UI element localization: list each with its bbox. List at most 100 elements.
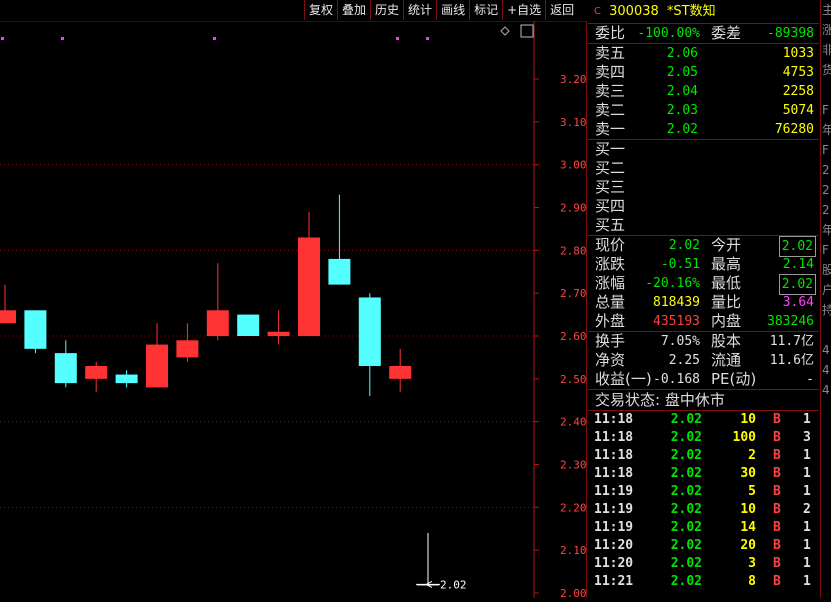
right-edge-char: 4 bbox=[822, 383, 830, 397]
candle-body[interactable] bbox=[115, 374, 138, 384]
tick-t: 11:21 bbox=[594, 574, 634, 589]
ask-label: 卖四 bbox=[595, 63, 626, 81]
stat-value-2: 2.14 bbox=[782, 257, 814, 272]
ask-label: 卖二 bbox=[595, 101, 626, 119]
price-tick-label: 3.10 bbox=[560, 116, 587, 129]
right-edge-char: F bbox=[822, 143, 829, 157]
bid-label: 买五 bbox=[595, 216, 626, 234]
candle-body[interactable] bbox=[267, 331, 290, 336]
tick-p: 2.02 bbox=[670, 484, 702, 499]
tick-p: 2.02 bbox=[670, 448, 702, 463]
tick-t: 11:18 bbox=[594, 466, 634, 481]
toolbar-button-0[interactable]: 复权 bbox=[304, 0, 337, 20]
stat-row: 现价 2.02 今开 2.02 bbox=[588, 236, 819, 257]
tick-t: 11:19 bbox=[594, 502, 634, 517]
candle-body[interactable] bbox=[85, 365, 108, 379]
ask-row: 卖四 2.05 4753 bbox=[588, 63, 819, 82]
stock-title: C 300038 *ST数知 bbox=[588, 0, 819, 23]
tick-n: 1 bbox=[803, 412, 811, 427]
fin-label-2: 流通 bbox=[711, 351, 742, 369]
stat-value-2: 2.02 bbox=[778, 236, 816, 257]
tick-v: 2 bbox=[748, 448, 756, 463]
toolbar-button-1[interactable]: 叠加 bbox=[337, 0, 370, 20]
tick-v: 8 bbox=[748, 574, 756, 589]
bid-row: 买三 bbox=[588, 178, 819, 197]
tick-t: 11:19 bbox=[594, 520, 634, 535]
right-edge-char bbox=[821, 320, 831, 340]
tick-row[interactable]: 11:20 2.02 20 B 1 bbox=[588, 537, 819, 555]
stat-label: 总量 bbox=[595, 293, 626, 311]
price-tick-label: 2.10 bbox=[560, 544, 587, 557]
fin-label: 净资 bbox=[595, 351, 626, 369]
tick-n: 1 bbox=[803, 556, 811, 571]
tick-row[interactable]: 11:18 2.02 30 B 1 bbox=[588, 465, 819, 483]
toolbar-button-5[interactable]: 标记 bbox=[469, 0, 502, 20]
candle-body[interactable] bbox=[237, 314, 260, 336]
fin-value: -0.168 bbox=[653, 372, 700, 387]
fin-label-2: 股本 bbox=[711, 332, 742, 350]
tick-t: 11:20 bbox=[594, 538, 634, 553]
tick-row[interactable]: 11:20 2.02 3 B 1 bbox=[588, 555, 819, 573]
right-edge-char: 年 bbox=[821, 220, 831, 240]
candle-body[interactable] bbox=[176, 340, 199, 358]
tick-row[interactable]: 11:18 2.02 10 B 1 bbox=[588, 411, 819, 429]
stat-value: 818439 bbox=[653, 295, 700, 310]
tick-row[interactable]: 11:18 2.02 100 B 3 bbox=[588, 429, 819, 447]
candle-body[interactable] bbox=[146, 344, 168, 388]
right-edge-char: 2 bbox=[822, 163, 830, 177]
tick-row[interactable]: 11:19 2.02 14 B 1 bbox=[588, 519, 819, 537]
tick-p: 2.02 bbox=[670, 502, 702, 517]
candle-body[interactable] bbox=[328, 258, 351, 285]
event-marker bbox=[396, 37, 399, 40]
candle-body[interactable] bbox=[206, 310, 229, 336]
toolbar-button-7[interactable]: 返回 bbox=[545, 0, 578, 20]
tick-p: 2.02 bbox=[670, 556, 702, 571]
candle-body[interactable] bbox=[298, 237, 320, 336]
right-edge-char: 股 bbox=[821, 260, 831, 280]
toolbar-button-4[interactable]: 画线 bbox=[436, 0, 469, 20]
price-tick-label: 2.70 bbox=[560, 287, 587, 300]
right-edge-char: 非 bbox=[821, 40, 831, 60]
price-tick-label: 2.90 bbox=[560, 202, 587, 215]
tick-row[interactable]: 11:19 2.02 5 B 1 bbox=[588, 483, 819, 501]
toolbar-button-2[interactable]: 历史 bbox=[370, 0, 403, 20]
diamond-icon[interactable] bbox=[500, 26, 510, 36]
right-edge-char bbox=[821, 80, 831, 100]
right-edge-char: 货 bbox=[821, 60, 831, 80]
candle-body[interactable] bbox=[0, 310, 16, 324]
candle-body[interactable] bbox=[24, 310, 47, 349]
ask-row: 卖五 2.06 1033 bbox=[588, 44, 819, 63]
ask-row: 卖三 2.04 2258 bbox=[588, 82, 819, 101]
bid-label: 买四 bbox=[595, 197, 626, 215]
price-tick-label: 3.20 bbox=[560, 73, 587, 86]
kline-chart[interactable]: 3.20 3.10 3.00 2.90 2.80 2.70 2.60 2.50 2.40 2.30… bbox=[0, 20, 587, 600]
stat-label-2: 今开 bbox=[711, 236, 742, 254]
candle-body[interactable] bbox=[358, 297, 381, 366]
fin-value: 2.25 bbox=[668, 353, 700, 368]
tick-n: 1 bbox=[803, 484, 811, 499]
bid-label: 买二 bbox=[595, 159, 626, 177]
tick-list[interactable]: 11:18 2.02 10 B 1 11:18 2.02 100 B 3 11:18 2.02 2 B 1 1… bbox=[588, 411, 819, 591]
bid-row: 买二 bbox=[588, 159, 819, 178]
tick-v: 14 bbox=[740, 520, 756, 535]
fin-value-2: 11.7亿 bbox=[769, 334, 814, 349]
event-marker bbox=[426, 37, 429, 40]
tick-row[interactable]: 11:21 2.02 8 B 1 bbox=[588, 573, 819, 591]
scroll-handle[interactable] bbox=[520, 24, 534, 38]
tick-s: B bbox=[773, 538, 781, 553]
chart-toolbar: 复权 叠加 历史 统计 画线 标记 +自选 返回 bbox=[304, 0, 578, 20]
ask-label: 卖三 bbox=[595, 82, 626, 100]
bid-row: 买四 bbox=[588, 197, 819, 216]
tick-v: 30 bbox=[740, 466, 756, 481]
kline-chart-svg[interactable]: 3.20 3.10 3.00 2.90 2.80 2.70 2.60 2.50 2.40 2.30… bbox=[0, 20, 587, 600]
stock-code: 300038 bbox=[609, 4, 659, 19]
ask-volume: 76280 bbox=[774, 122, 814, 137]
tick-t: 11:19 bbox=[594, 484, 634, 499]
tick-row[interactable]: 11:19 2.02 10 B 2 bbox=[588, 501, 819, 519]
candle-body[interactable] bbox=[54, 353, 77, 384]
candle-body[interactable] bbox=[389, 365, 412, 379]
toolbar-button-3[interactable]: 统计 bbox=[403, 0, 436, 20]
toolbar-button-6[interactable]: +自选 bbox=[502, 0, 545, 20]
tick-row[interactable]: 11:18 2.02 2 B 1 bbox=[588, 447, 819, 465]
ask-volume: 2258 bbox=[782, 84, 814, 99]
